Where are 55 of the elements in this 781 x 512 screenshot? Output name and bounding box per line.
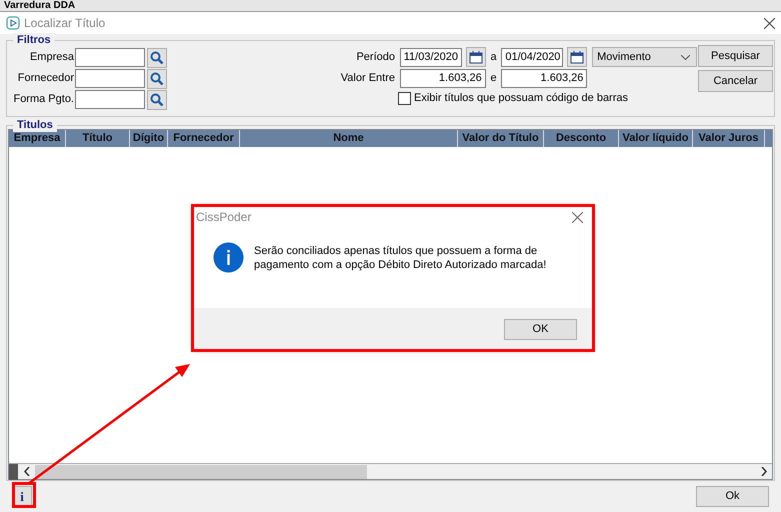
checkbox-label: Exibir títulos que possuam código de barras (414, 91, 628, 106)
ok-button[interactable]: Ok (696, 486, 769, 506)
calendar-icon (468, 50, 483, 64)
app-icon (6, 16, 20, 30)
column-header[interactable]: Valor Juros (693, 130, 765, 147)
action-button[interactable]: Cancelar (698, 70, 773, 92)
calendar-button[interactable] (567, 47, 588, 67)
search-icon (150, 72, 164, 86)
search-icon (150, 50, 164, 64)
search-button[interactable] (147, 90, 167, 110)
dialog-message: Serão conciliados apenas títulos que possuem a forma de pagamento com a opção Débito Direto Autorizado marcada! (254, 244, 548, 272)
lookup-field[interactable] (75, 90, 145, 109)
dialog-title: CissPoder (196, 209, 252, 226)
column-header[interactable]: Dígito (130, 130, 168, 147)
column-header[interactable]: Título (66, 130, 130, 147)
search-button[interactable] (147, 68, 167, 88)
window-title: Localizar Título (24, 15, 106, 32)
column-header[interactable]: Valor do Título (458, 130, 544, 147)
checkbox[interactable] (398, 92, 411, 105)
calendar-button[interactable] (466, 47, 486, 67)
scroll-thumb[interactable] (35, 464, 367, 478)
lookup-label: Forma Pgto. (13, 92, 75, 108)
grid-row-indicator (9, 464, 18, 480)
dialog-ok-button[interactable]: OK (504, 318, 577, 340)
lookup-field[interactable] (75, 69, 145, 88)
background-window-title: Varredura DDA (0, 0, 781, 12)
column-header[interactable]: Empresa (9, 130, 66, 147)
close-icon[interactable] (764, 18, 775, 28)
max-value-field[interactable]: 1.603,26 (501, 69, 588, 88)
date-field[interactable]: 01/04/2020 (501, 48, 564, 66)
titles-legend: Titulos (13, 118, 57, 132)
value-range-label: Valor Entre (340, 71, 395, 86)
caret-icon (681, 54, 690, 60)
scroll-right-icon[interactable] (760, 467, 766, 476)
search-button[interactable] (147, 48, 167, 68)
calendar-icon (570, 50, 584, 64)
column-header[interactable]: Valor líquido (619, 130, 693, 147)
min-value-field[interactable]: 1.603,26 (400, 69, 486, 88)
lookup-label: Empresa (28, 50, 75, 66)
search-icon (150, 92, 164, 106)
action-button[interactable]: Pesquisar (698, 45, 773, 67)
lookup-label: Fornecedor (16, 71, 75, 86)
column-header[interactable]: Nome (240, 130, 458, 147)
close-icon[interactable] (572, 212, 583, 222)
info-icon (213, 242, 244, 273)
scroll-left-icon[interactable] (24, 467, 30, 476)
mode-dropdown[interactable]: Movimento (592, 47, 698, 67)
date-field[interactable]: 11/03/2020 (400, 48, 462, 66)
column-header[interactable]: Desconto (544, 130, 619, 147)
lookup-field[interactable] (75, 48, 145, 67)
value-separator: e (490, 71, 498, 86)
period-label: Período (355, 50, 395, 65)
highlight-frame (12, 482, 36, 508)
column-header[interactable]: Fornecedor (168, 130, 240, 147)
period-separator: a (490, 50, 498, 65)
